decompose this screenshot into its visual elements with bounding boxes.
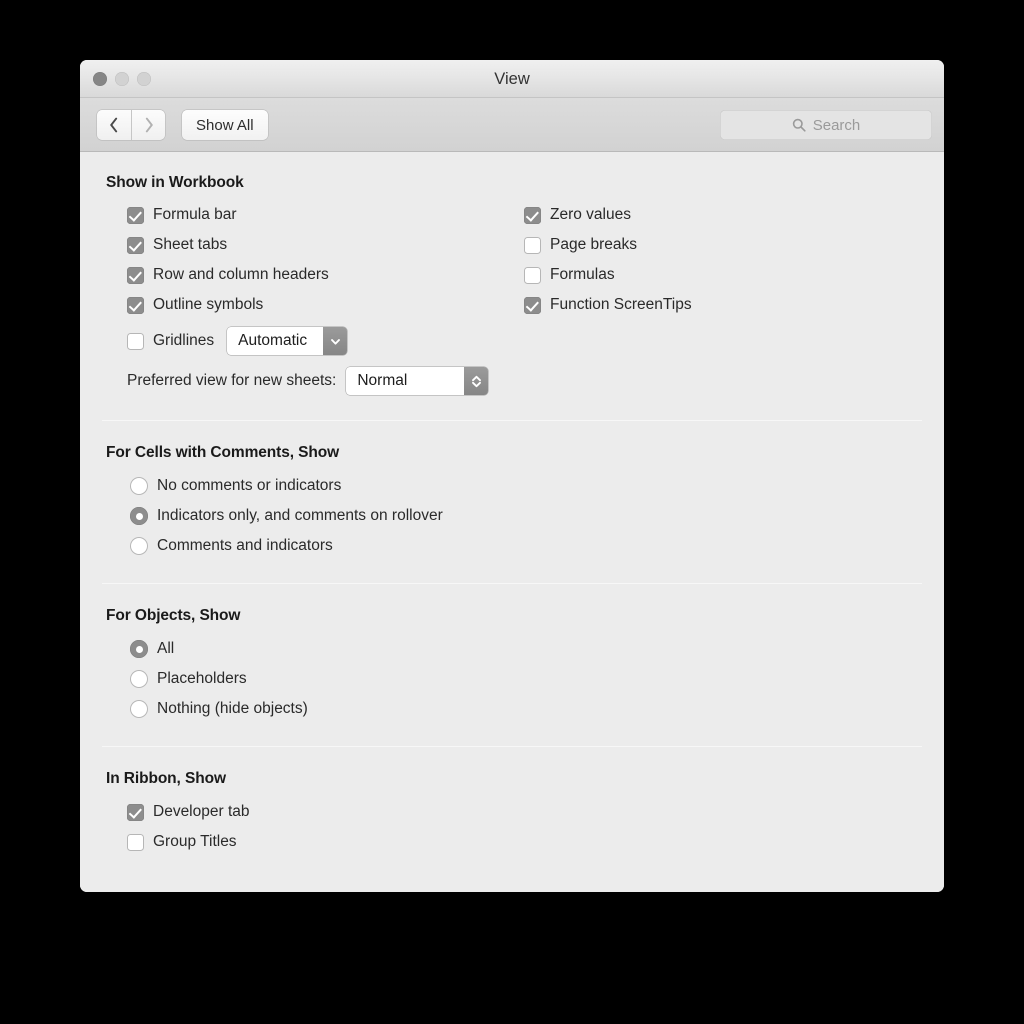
checkbox-developer-tab[interactable]: [127, 803, 144, 821]
radio-all[interactable]: [130, 640, 148, 658]
show-all-button[interactable]: Show All: [182, 110, 268, 140]
checkbox-row-sheet-tabs[interactable]: Sheet tabs: [127, 230, 524, 260]
checkbox-label-row-and-column-headers: Row and column headers: [153, 266, 329, 283]
checkbox-row-function-screentips[interactable]: Function ScreenTips: [524, 290, 918, 320]
preferred-view-popup-arrow: [464, 367, 489, 395]
window-toolbar: Show All Search: [80, 98, 944, 152]
checkbox-label-gridlines: Gridlines: [153, 332, 215, 349]
checkbox-label-formulas: Formulas: [550, 266, 615, 283]
radio-label-placeholders: Placeholders: [157, 670, 247, 687]
checkbox-row-row-and-column-headers[interactable]: Row and column headers: [127, 260, 524, 290]
radio-row-comments-and-indicators[interactable]: Comments and indicators: [130, 531, 918, 561]
chevron-up-down-icon: [471, 375, 481, 387]
gridlines-color-value: Automatic: [238, 332, 308, 349]
checkbox-label-developer-tab: Developer tab: [153, 803, 250, 820]
radio-placeholders[interactable]: [130, 670, 148, 688]
radio-nothing[interactable]: [130, 700, 148, 718]
in-ribbon-checkbox-group: Developer tab Group Titles: [106, 797, 918, 857]
checkbox-label-sheet-tabs: Sheet tabs: [153, 236, 228, 253]
checkbox-page-breaks[interactable]: [524, 236, 541, 254]
radio-row-nothing[interactable]: Nothing (hide objects): [130, 694, 918, 724]
window-titlebar: View: [80, 60, 944, 98]
chevron-right-icon: [145, 117, 153, 133]
radio-label-nothing: Nothing (hide objects): [157, 700, 308, 717]
back-button[interactable]: [97, 110, 131, 140]
radio-label-no-comments-or-indicators: No comments or indicators: [157, 477, 342, 494]
workbook-right-column: Zero values Page breaks Formulas Functio…: [524, 200, 918, 320]
checkbox-label-formula-bar: Formula bar: [153, 206, 237, 223]
radio-label-comments-and-indicators: Comments and indicators: [157, 537, 333, 554]
preferred-view-label: Preferred view for new sheets:: [127, 372, 337, 389]
search-icon: [792, 118, 806, 132]
checkbox-outline-symbols[interactable]: [127, 296, 144, 314]
section-title-for-objects: For Objects, Show: [106, 607, 241, 624]
preferences-window: View Show All Search Show in Workbook Fo…: [80, 60, 944, 892]
radio-row-placeholders[interactable]: Placeholders: [130, 664, 918, 694]
checkbox-label-zero-values: Zero values: [550, 206, 631, 223]
checkbox-formulas[interactable]: [524, 266, 541, 284]
section-title-in-ribbon: In Ribbon, Show: [106, 770, 226, 787]
checkbox-sheet-tabs[interactable]: [127, 236, 144, 254]
checkbox-zero-values[interactable]: [524, 206, 541, 224]
chevron-left-icon: [110, 117, 118, 133]
gridlines-row[interactable]: Gridlines Automatic: [106, 326, 918, 356]
search-field[interactable]: Search: [720, 110, 932, 140]
radio-indicators-only[interactable]: [130, 507, 148, 525]
checkbox-row-and-column-headers[interactable]: [127, 266, 144, 284]
search-placeholder: Search: [812, 116, 861, 134]
radio-row-no-comments-or-indicators[interactable]: No comments or indicators: [130, 471, 918, 501]
checkbox-gridlines[interactable]: [127, 332, 144, 350]
preferred-view-value: Normal: [357, 372, 408, 389]
chevron-down-icon: [330, 338, 340, 345]
for-objects-radio-group: All Placeholders Nothing (hide objects): [106, 634, 918, 724]
radio-label-all: All: [157, 640, 175, 657]
preferences-content: Show in Workbook Formula bar Sheet tabs …: [80, 152, 944, 892]
checkbox-function-screentips[interactable]: [524, 296, 541, 314]
preferred-view-popup[interactable]: Normal: [346, 367, 489, 395]
cells-with-comments-radio-group: No comments or indicators Indicators onl…: [106, 471, 918, 561]
checkbox-label-outline-symbols: Outline symbols: [153, 296, 264, 313]
window-title: View: [494, 70, 530, 88]
gridlines-color-popup-arrow: [323, 327, 348, 355]
show-all-label: Show All: [196, 116, 254, 134]
navigation-button-group: [97, 110, 165, 140]
checkbox-group-titles[interactable]: [127, 833, 144, 851]
radio-comments-and-indicators[interactable]: [130, 537, 148, 555]
checkbox-row-group-titles[interactable]: Group Titles: [127, 827, 918, 857]
forward-button[interactable]: [131, 110, 165, 140]
checkbox-row-formulas[interactable]: Formulas: [524, 260, 918, 290]
section-title-cells-with-comments: For Cells with Comments, Show: [106, 444, 340, 461]
radio-row-all[interactable]: All: [130, 634, 918, 664]
section-title-show-in-workbook: Show in Workbook: [106, 174, 244, 191]
checkbox-label-group-titles: Group Titles: [153, 833, 237, 850]
radio-label-indicators-only: Indicators only, and comments on rollove…: [157, 507, 443, 524]
checkbox-row-developer-tab[interactable]: Developer tab: [127, 797, 918, 827]
radio-no-comments-or-indicators[interactable]: [130, 477, 148, 495]
checkbox-label-function-screentips: Function ScreenTips: [550, 296, 692, 313]
checkbox-row-outline-symbols[interactable]: Outline symbols: [127, 290, 524, 320]
workbook-left-column: Formula bar Sheet tabs Row and column he…: [106, 200, 524, 320]
gridlines-color-popup[interactable]: Automatic: [227, 327, 348, 355]
checkbox-label-page-breaks: Page breaks: [550, 236, 638, 253]
radio-row-indicators-only[interactable]: Indicators only, and comments on rollove…: [130, 501, 918, 531]
checkbox-row-zero-values[interactable]: Zero values: [524, 200, 918, 230]
checkbox-row-page-breaks[interactable]: Page breaks: [524, 230, 918, 260]
preferred-view-row: Preferred view for new sheets: Normal: [106, 364, 918, 398]
checkbox-row-formula-bar[interactable]: Formula bar: [127, 200, 524, 230]
checkbox-formula-bar[interactable]: [127, 206, 144, 224]
